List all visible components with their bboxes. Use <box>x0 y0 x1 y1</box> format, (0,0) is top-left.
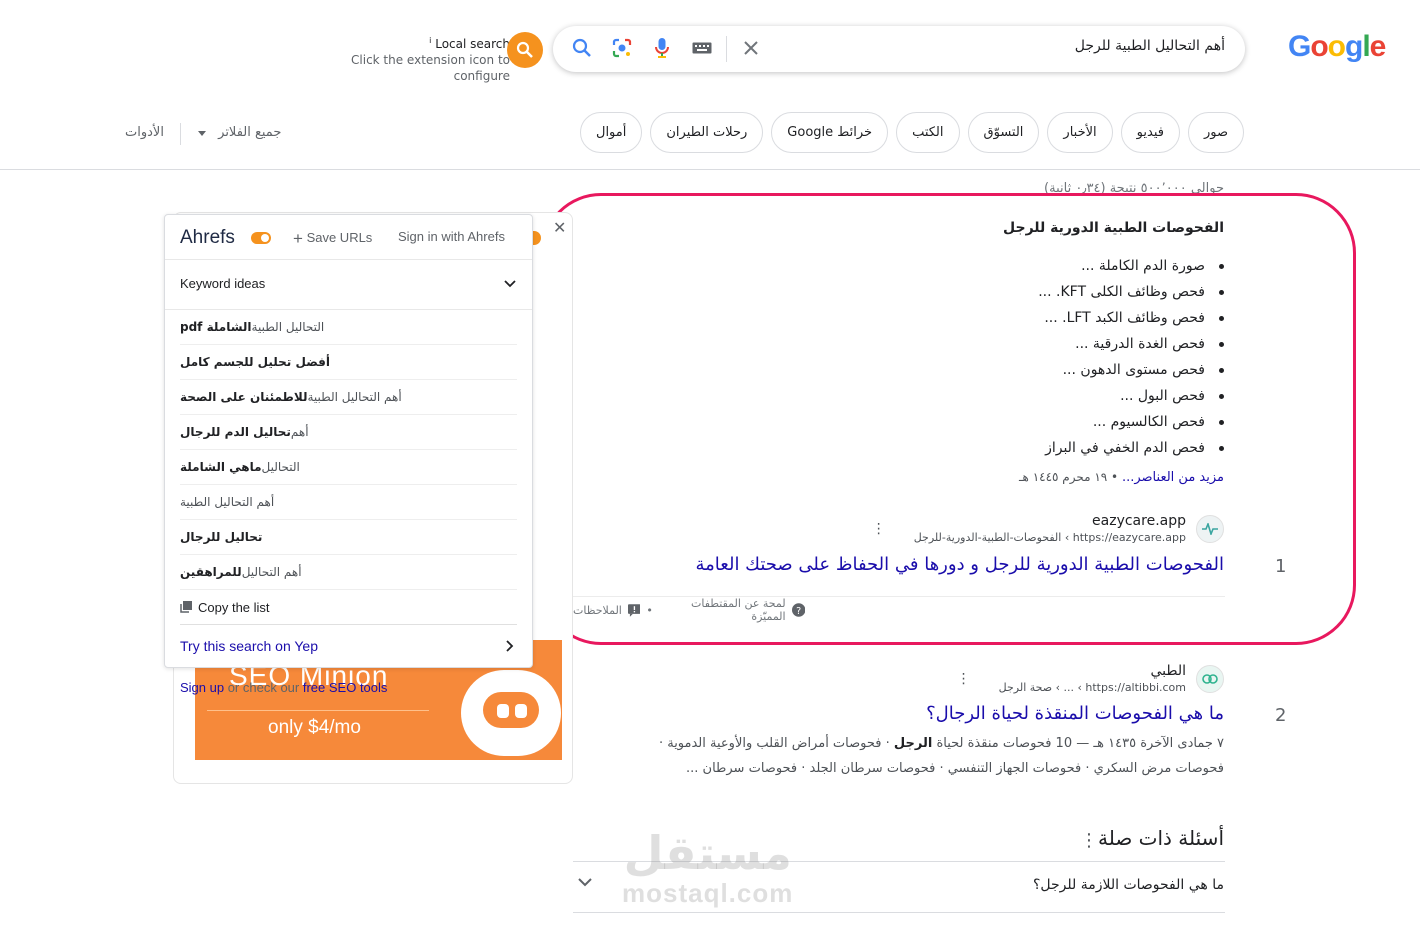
keyword-idea[interactable]: أهم التحاليل الطبية للاطمئنان على الصحة <box>180 380 517 415</box>
ahrefs-panel: Ahrefs + Save URLs Sign in with Ahrefs K… <box>164 214 533 668</box>
divider <box>573 912 1225 913</box>
keyword-idea[interactable]: التحاليل الطبية الشاملة pdf <box>180 310 517 345</box>
ahrefs-toggle[interactable] <box>251 232 271 244</box>
google-lens-icon[interactable] <box>611 37 633 59</box>
tab-finance[interactable]: أموال <box>580 112 643 153</box>
keyword-idea[interactable]: التحاليل ماهي الشاملة <box>180 450 517 485</box>
clear-icon[interactable] <box>740 37 762 59</box>
tab-news[interactable]: الأخبار <box>1047 112 1113 153</box>
free-seo-tools-link[interactable]: free SEO tools <box>303 680 388 695</box>
microphone-icon[interactable] <box>651 37 673 59</box>
site-name: الطبي <box>1150 663 1186 679</box>
keyword-idea[interactable]: أهم تحاليل الدم للرجال <box>180 415 517 450</box>
chevron-down-icon[interactable] <box>578 878 592 887</box>
mostaql-watermark: مستقل mostaql.com <box>622 826 794 908</box>
result-number: 2 <box>1275 705 1287 726</box>
google-logo[interactable]: Google <box>1288 30 1386 64</box>
save-urls-button[interactable]: + Save URLs <box>293 229 372 249</box>
sign-in-button[interactable]: Sign in with Ahrefs <box>398 229 505 244</box>
keyword-idea[interactable]: أهم التحاليل للمراهقين <box>180 555 517 590</box>
copy-list-button[interactable]: Copy the list <box>180 590 517 625</box>
search-icon[interactable] <box>571 37 593 59</box>
local-search-button[interactable] <box>507 32 543 68</box>
yep-search-link[interactable]: Try this search on Yep <box>165 625 532 667</box>
more-options-icon[interactable]: ⋮ <box>957 671 971 687</box>
keyword-idea[interactable]: أفضل تحليل للجسم كامل <box>180 345 517 380</box>
chevron-down-icon <box>504 280 516 288</box>
search-input[interactable]: أهم التحاليل الطبية للرجل <box>1075 38 1225 54</box>
extension-title: Local search <box>435 37 510 51</box>
result-title-link[interactable]: ما هي الفحوصات المنقذة لحياة الرجال؟ <box>926 703 1224 724</box>
signup-link[interactable]: Sign up <box>180 680 224 695</box>
promo-price: only $4/mo <box>268 717 361 738</box>
caret-down-icon <box>198 131 206 136</box>
keyword-ideas-header[interactable]: Keyword ideas <box>165 260 532 310</box>
tab-images[interactable]: صور <box>1187 112 1244 153</box>
promo-signup-text: Sign up or check our free SEO tools <box>180 680 388 695</box>
tab-flights[interactable]: رحلات الطيران <box>650 112 764 153</box>
robot-icon <box>461 670 561 756</box>
all-filters-button[interactable]: جميع الفلاتر <box>198 125 281 140</box>
tab-videos[interactable]: فيديو <box>1120 112 1180 153</box>
snippet-date: ٧ جمادى الآخرة ١٤٣٥ هـ <box>1093 736 1224 751</box>
related-questions-title: أسئلة ذات صلة <box>1097 826 1224 850</box>
keyboard-icon[interactable] <box>691 37 713 59</box>
keyword-idea[interactable]: أهم التحاليل الطبية <box>180 485 517 520</box>
extension-subtitle: Click the extension icon to configure <box>351 53 510 83</box>
filters-divider <box>180 123 181 145</box>
related-question[interactable]: ما هي الفحوصات اللازمة للرجل؟ <box>1033 877 1224 893</box>
tab-maps[interactable]: خرائط Google <box>771 112 889 153</box>
more-options-icon[interactable]: ⋮ <box>1080 830 1098 851</box>
search-box[interactable]: أهم التحاليل الطبية للرجل <box>553 26 1245 72</box>
tab-shopping[interactable]: التسوّق <box>967 112 1040 153</box>
annotation-highlight <box>541 193 1356 645</box>
chevron-right-icon <box>506 640 514 652</box>
promo-divider <box>207 710 429 711</box>
result-snippet: ٧ جمادى الآخرة ١٤٣٥ هـ — 10 فحوصات منقذة… <box>658 736 1224 776</box>
search-tabs: صور فيديو الأخبار التسوّق الكتب خرائط Go… <box>580 112 1244 153</box>
result-source[interactable]: الطبي https://altibbi.com › ... › صحة ال… <box>957 662 1224 696</box>
site-url: https://altibbi.com › ... › صحة الرجل <box>998 681 1186 694</box>
keyword-idea[interactable]: تحاليل للرجال <box>180 520 517 555</box>
copy-icon <box>180 601 192 613</box>
local-search-extension: i Local search Click the extension icon … <box>300 33 510 84</box>
header-divider <box>0 169 1420 170</box>
search-icon <box>516 41 533 58</box>
tab-books[interactable]: الكتب <box>896 112 960 153</box>
ahrefs-logo: Ahrefs <box>180 227 235 248</box>
altibbi-favicon <box>1196 665 1224 693</box>
search-divider <box>726 36 727 62</box>
tools-button[interactable]: الأدوات <box>125 125 164 140</box>
close-icon[interactable]: ✕ <box>553 218 566 237</box>
